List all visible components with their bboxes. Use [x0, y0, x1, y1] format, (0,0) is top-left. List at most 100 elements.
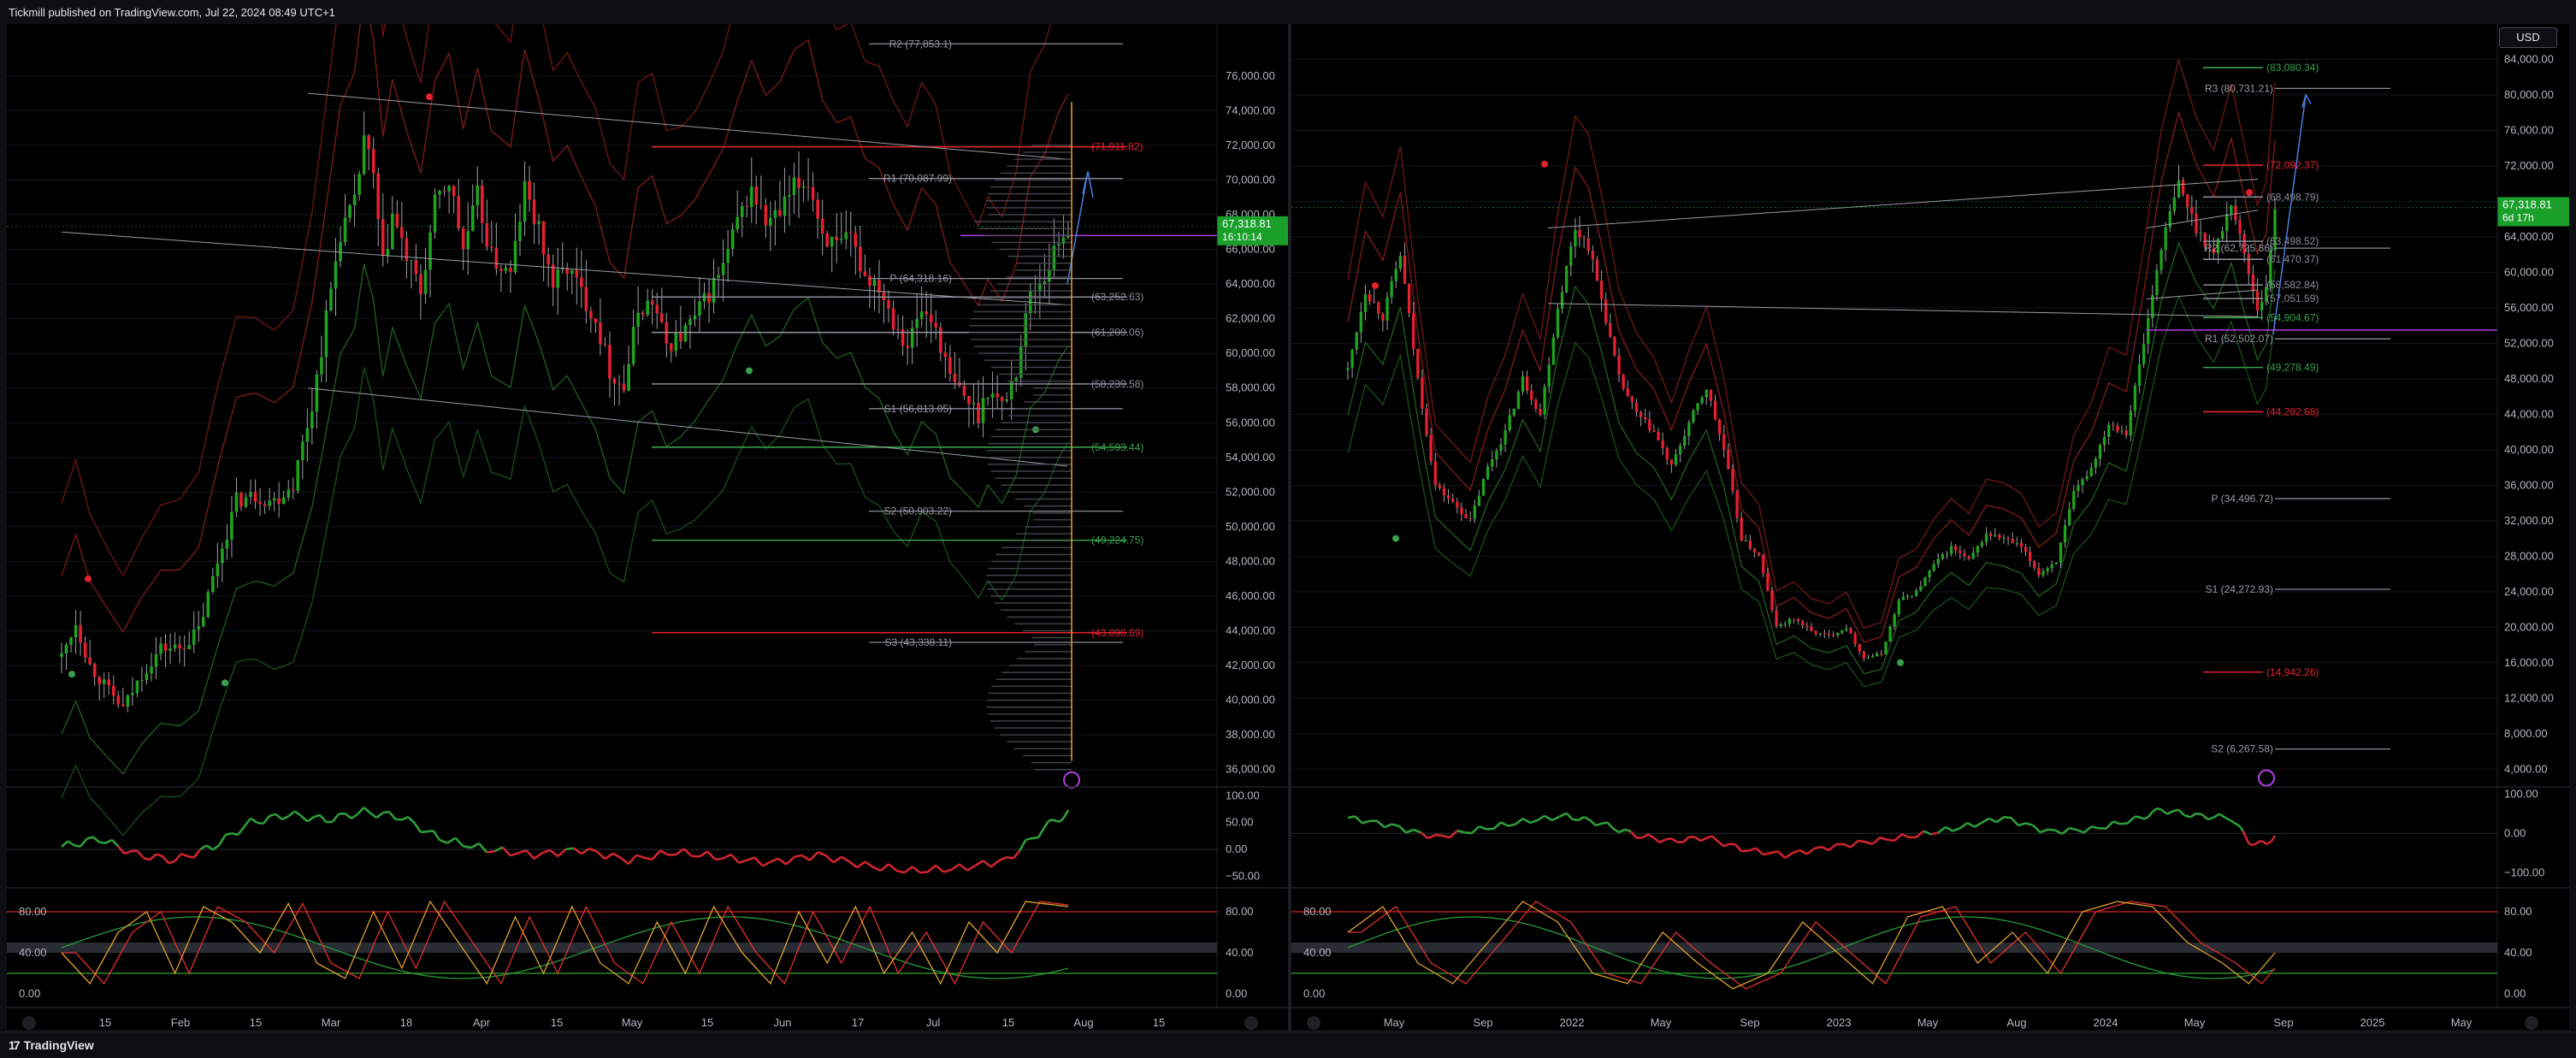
- rsi-line: [232, 833, 238, 835]
- rsi-line: [376, 813, 382, 818]
- candle-body: [2072, 491, 2075, 509]
- currency-button[interactable]: USD: [2499, 27, 2557, 48]
- candle-body: [1582, 238, 1585, 239]
- y-tick-label: 46,000.00: [1226, 589, 1275, 602]
- rsi-line: [1631, 831, 1637, 838]
- rsi-line: [503, 848, 511, 856]
- candle-body: [986, 398, 990, 399]
- candle-body: [1499, 445, 1502, 451]
- level-label: (57,051.59): [2266, 293, 2319, 304]
- candle-body: [1994, 535, 1996, 536]
- rsi-line: [2120, 823, 2128, 824]
- candle-body: [1893, 614, 1895, 626]
- rsi-line: [2219, 814, 2225, 818]
- rsi-line: [2260, 841, 2263, 842]
- left-chart-svg[interactable]: R2 (77,853.1)R1 (70,087.99)P (64,318.16)…: [7, 24, 1288, 1030]
- candle-body: [1057, 244, 1061, 245]
- rsi-line: [62, 841, 68, 847]
- y-tick-label: 70,000.00: [1226, 173, 1275, 186]
- rsi-line: [1545, 816, 1552, 820]
- rsi-line: [1590, 820, 1596, 825]
- level-label: (44,282.68): [2266, 405, 2319, 417]
- rsi-line: [1450, 830, 1457, 837]
- rsi-line: [2148, 812, 2153, 817]
- rsi-line: [74, 845, 80, 846]
- rsi-line: [1814, 847, 1822, 848]
- candle-body: [2037, 568, 2040, 576]
- rsi-line: [857, 862, 865, 868]
- rsi-line: [370, 813, 376, 818]
- candle-body: [103, 679, 106, 683]
- candle-body: [1941, 554, 1944, 559]
- candle-body: [159, 644, 162, 654]
- candle-body: [967, 396, 971, 405]
- level-label: (71,911.82): [1091, 141, 1143, 153]
- candle-body: [1648, 419, 1651, 430]
- rsi-line: [395, 819, 401, 820]
- candle-body: [1482, 479, 1485, 495]
- candle-body: [1569, 246, 1572, 266]
- candle-body: [589, 311, 593, 319]
- candle-body: [296, 460, 299, 491]
- candle-body: [1425, 409, 1427, 435]
- candle-body: [400, 227, 404, 238]
- x-tick-label: 15: [99, 1016, 111, 1029]
- candle-body: [74, 625, 78, 637]
- candle-body: [844, 233, 848, 239]
- candle-body: [1390, 281, 1392, 298]
- candle-body: [1368, 294, 1371, 301]
- rsi-line: [1552, 817, 1560, 820]
- candle-body: [1805, 625, 1808, 627]
- left-chart-pane[interactable]: R2 (77,853.1)R1 (70,087.99)P (64,318.16)…: [7, 24, 1288, 1030]
- candle-body: [2068, 509, 2071, 525]
- level-label: (61,470.37): [2266, 253, 2319, 265]
- rsi-line: [2237, 825, 2240, 827]
- x-tick-label: Mar: [322, 1016, 341, 1029]
- candle-body: [594, 318, 598, 322]
- rsi-line: [1822, 847, 1829, 850]
- candle-body: [915, 319, 919, 328]
- candle-body: [864, 271, 867, 275]
- rsi-line: [2263, 842, 2266, 844]
- rsi-line: [1735, 844, 1741, 851]
- last-price-value: 67,318.81: [1222, 217, 1272, 230]
- rsi-line: [2113, 822, 2121, 825]
- candle-body: [136, 681, 139, 694]
- candle-body: [1972, 553, 1975, 559]
- candle-body: [2006, 538, 2009, 539]
- candle-body: [623, 384, 626, 391]
- tradingview-logo[interactable]: 17TradingView: [9, 1038, 94, 1052]
- candle-body: [1858, 644, 1861, 652]
- candle-body: [2099, 445, 2101, 458]
- candle-body: [192, 629, 196, 645]
- candle-body: [1915, 590, 1917, 595]
- candle-body: [1416, 349, 1419, 378]
- x-tick-label: 18: [400, 1016, 412, 1029]
- rsi-line: [1960, 823, 1968, 828]
- right-chart-svg[interactable]: R3 (80,731.21)R2 (62,725.86)R1 (52,502.0…: [1291, 24, 2569, 1030]
- right-chart-pane[interactable]: R3 (80,731.21)R2 (62,725.86)R1 (52,502.0…: [1291, 24, 2569, 1030]
- candle-body: [1613, 337, 1616, 356]
- pivot-label: P (64,318.16): [890, 273, 953, 285]
- candle-body: [1954, 546, 1957, 550]
- rsi-line: [795, 855, 802, 857]
- candle-body: [2085, 476, 2088, 479]
- candle-body: [65, 645, 68, 653]
- candle-body: [2024, 547, 2027, 552]
- pivot-label: S3 (43,338.11): [885, 636, 953, 648]
- tradingview-brand: TradingView: [24, 1038, 94, 1052]
- trend-line: [308, 93, 1067, 159]
- level-label: (54,904.67): [2266, 311, 2319, 323]
- candle-body: [1919, 586, 1922, 590]
- candle-body: [2103, 437, 2106, 445]
- candle-body: [174, 645, 177, 648]
- candle-body: [1443, 488, 1445, 495]
- candle-body: [249, 492, 252, 497]
- rsi-line: [2243, 830, 2246, 836]
- envelope-band: [1348, 113, 2275, 643]
- y-tick-label: 60,000.00: [2504, 265, 2554, 278]
- x-tick-label: 2022: [1560, 1016, 1585, 1029]
- candle-body: [1412, 313, 1415, 349]
- x-tick-label: 17: [852, 1016, 864, 1029]
- rsi-line: [1700, 838, 1706, 841]
